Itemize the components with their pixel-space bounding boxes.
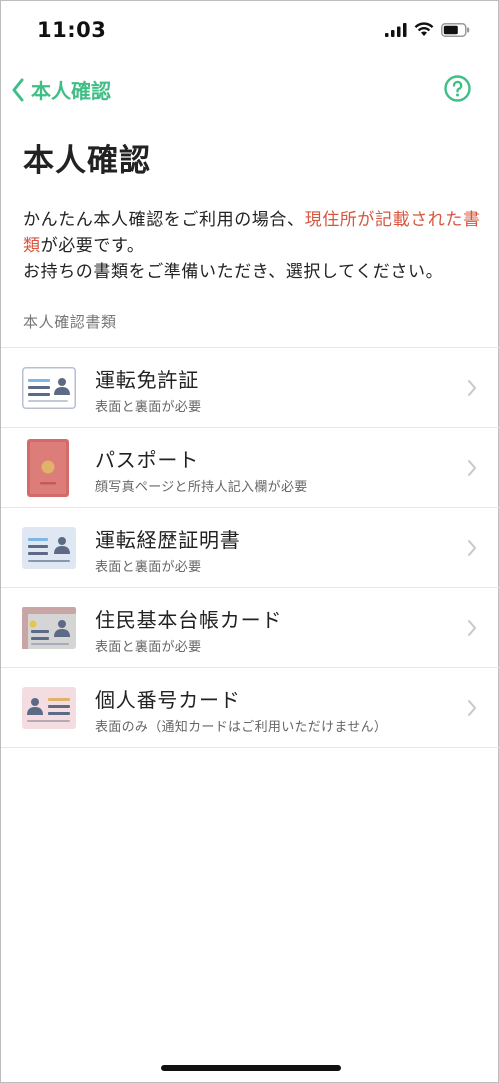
status-bar: 11:03: [1, 1, 499, 63]
document-note: 表面と裏面が必要: [95, 400, 202, 415]
battery-icon: [441, 22, 470, 37]
my-number-card-icon: [22, 687, 76, 729]
wifi-icon: [414, 22, 434, 36]
chevron-right-icon: [468, 620, 476, 636]
list-item-my-number-card[interactable]: 個人番号カード 表面のみ（通知カードはご利用いただけません）: [1, 668, 499, 748]
list-item-drivers-license[interactable]: 運転免許証 表面と裏面が必要: [1, 348, 499, 428]
navigation-bar: 本人確認: [1, 63, 499, 115]
resident-card-icon: [22, 607, 76, 649]
license-card-icon: [22, 367, 76, 409]
document-list: 運転免許証 表面と裏面が必要 パスポート 顔写真ページと所持人記入欄が必要 運転…: [1, 347, 499, 748]
home-indicator[interactable]: [161, 1065, 341, 1071]
status-icons: [385, 22, 470, 37]
cellular-signal-icon: [385, 22, 407, 37]
list-item-resident-registry-card[interactable]: 住民基本台帳カード 表面と裏面が必要: [1, 588, 499, 668]
chevron-right-icon: [468, 460, 476, 476]
chevron-right-icon: [468, 380, 476, 396]
document-name: 住民基本台帳カード: [95, 608, 283, 632]
screen-frame: 11:03 本人確認 本人確認 かんたん本人確認をご利用の場合、現住所が記載され…: [0, 0, 499, 1083]
list-item-passport[interactable]: パスポート 顔写真ページと所持人記入欄が必要: [1, 428, 499, 508]
intro-text: かんたん本人確認をご利用の場合、現住所が記載された書類が必要です。 お持ちの書類…: [23, 207, 493, 285]
intro-line2: お持ちの書類をご準備いただき、選択してください。: [23, 262, 444, 282]
back-button[interactable]: 本人確認: [11, 75, 111, 104]
driving-record-card-icon: [22, 527, 76, 569]
document-name: パスポート: [95, 448, 199, 472]
document-note: 表面のみ（通知カードはご利用いただけません）: [95, 720, 388, 735]
document-note: 表面と裏面が必要: [95, 560, 202, 575]
document-name: 運転経歴証明書: [95, 528, 241, 552]
status-time: 11:03: [37, 18, 107, 42]
chevron-right-icon: [468, 540, 476, 556]
chevron-right-icon: [468, 700, 476, 716]
passport-icon: [27, 439, 69, 497]
section-label: 本人確認書類: [23, 313, 117, 331]
document-note: 顔写真ページと所持人記入欄が必要: [95, 480, 308, 495]
chevron-left-icon: [12, 78, 24, 101]
document-name: 個人番号カード: [95, 688, 241, 712]
page-title: 本人確認: [23, 143, 151, 179]
document-note: 表面と裏面が必要: [95, 640, 202, 655]
list-item-driving-record-certificate[interactable]: 運転経歴証明書 表面と裏面が必要: [1, 508, 499, 588]
intro-prefix: かんたん本人確認をご利用の場合、: [23, 210, 305, 230]
question-circle-icon[interactable]: [444, 75, 471, 102]
document-name: 運転免許証: [95, 368, 199, 392]
intro-suffix: が必要です。: [40, 236, 145, 256]
back-label: 本人確認: [31, 79, 111, 103]
